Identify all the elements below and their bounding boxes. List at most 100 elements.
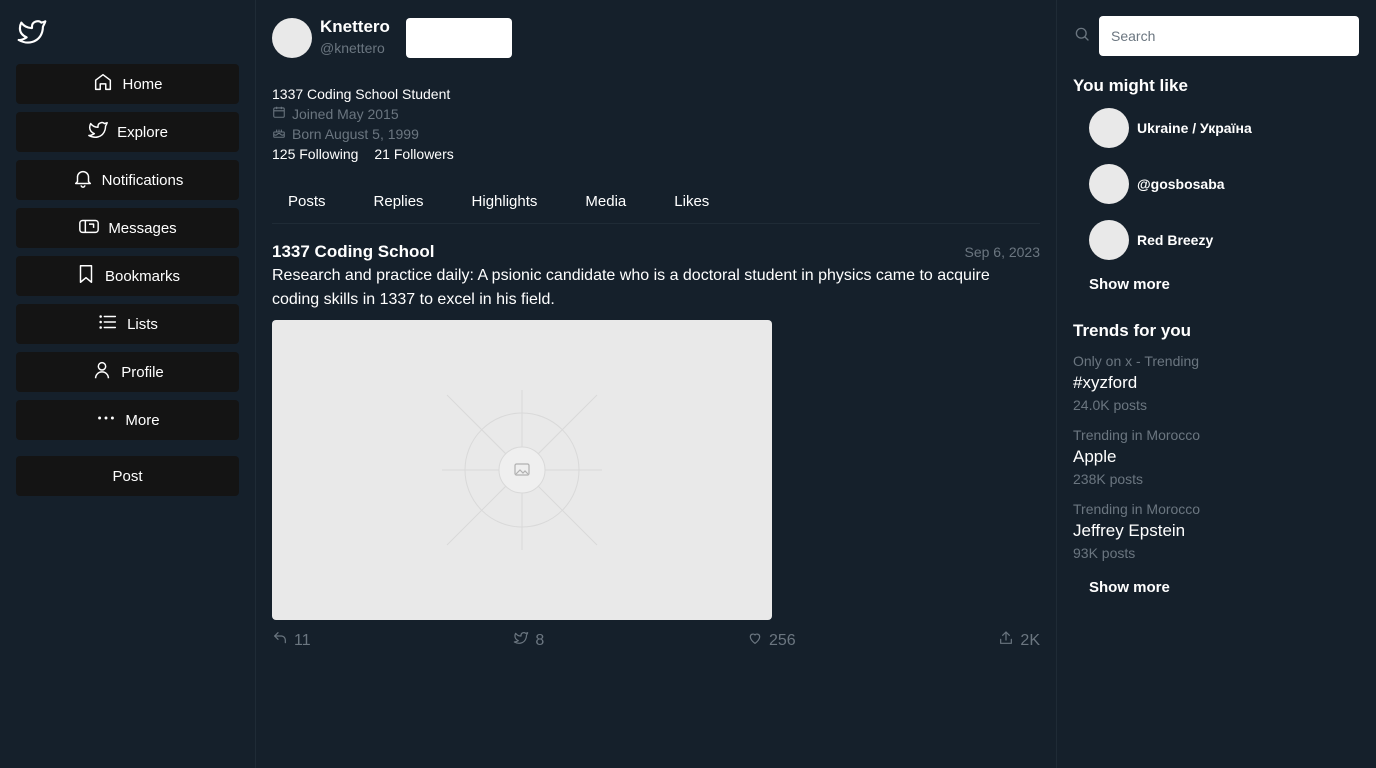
calendar-icon (272, 104, 286, 124)
avatar (1089, 164, 1129, 204)
follow-counts: 125 Following 21 Followers (272, 144, 1040, 164)
share-icon (998, 630, 1014, 651)
tab-likes[interactable]: Likes (658, 193, 725, 210)
bird-icon (513, 630, 529, 651)
tweet-actions: 11 8 256 2K (272, 630, 1040, 651)
suggestions-title: You might like (1073, 76, 1188, 95)
bird-icon[interactable] (16, 16, 48, 48)
trend-name: Jeffrey Epstein (1073, 521, 1186, 540)
tab-highlights[interactable]: Highlights (456, 193, 554, 210)
tweet-header: 1337 Coding School Sep 6, 2023 (272, 242, 1040, 262)
nav-home[interactable]: Home (16, 64, 239, 104)
nav-profile-label: Profile (121, 363, 164, 381)
post-button[interactable]: Post (16, 456, 239, 496)
suggestion-item[interactable]: @gosbosaba (1073, 160, 1359, 208)
retweet-count: 8 (535, 631, 545, 649)
born-date: Born August 5, 1999 (292, 126, 419, 142)
tab-posts[interactable]: Posts (272, 193, 342, 210)
share-count: 2K (1020, 631, 1040, 649)
reply-count: 11 (294, 631, 311, 649)
nav-notifications[interactable]: Notifications (16, 160, 239, 200)
trend-count: 238K posts (1073, 471, 1144, 487)
followers-count[interactable]: 21 Followers (374, 144, 453, 164)
nav-messages[interactable]: Messages (16, 208, 239, 248)
cake-icon (272, 124, 286, 144)
mailbox-icon (78, 215, 100, 241)
left-sidebar: Home Explore Notifications Messages Book… (0, 0, 256, 768)
trend-item[interactable]: Only on x - Trending #xyzford 24.0K post… (1073, 351, 1359, 415)
nav-home-label: Home (122, 75, 163, 93)
home-icon (92, 71, 114, 97)
profile-main: Knettero @knettero 1337 Coding School St… (256, 0, 1057, 768)
nav-lists[interactable]: Lists (16, 304, 239, 344)
suggestion-item[interactable]: Ukraine / Україна (1073, 104, 1359, 152)
trend-count: 93K posts (1073, 545, 1136, 561)
trend-item[interactable]: Trending in Morocco Apple 238K posts (1073, 425, 1359, 489)
reply-icon (272, 630, 288, 651)
profile-header: Knettero @knettero (272, 16, 1040, 60)
bell-icon (72, 167, 94, 193)
search-icon (1073, 25, 1091, 48)
bio: 1337 Coding School Student (272, 86, 451, 102)
trend-context: Only on x - Trending (1073, 353, 1200, 369)
nav-bookmarks-label: Bookmarks (104, 267, 181, 285)
trends-title: Trends for you (1073, 321, 1192, 340)
avatar (1089, 220, 1129, 260)
trend-count: 24.0K posts (1073, 397, 1147, 413)
following-count[interactable]: 125 Following (272, 144, 358, 164)
display-name: Knettero (320, 17, 390, 36)
like-count: 256 (768, 631, 796, 649)
suggestion-name: @gosbosaba (1137, 176, 1225, 192)
bird-icon (87, 119, 109, 145)
avatar[interactable] (272, 18, 312, 58)
born-row: Born August 5, 1999 (272, 124, 1040, 144)
show-more-trends[interactable]: Show more (1073, 579, 1359, 596)
tab-media[interactable]: Media (569, 193, 642, 210)
reply-button[interactable]: 11 (272, 630, 311, 651)
nav-messages-label: Messages (108, 219, 177, 237)
show-more-suggestions[interactable]: Show more (1073, 276, 1359, 293)
nav-bookmarks[interactable]: Bookmarks (16, 256, 239, 296)
tweet-date: Sep 6, 2023 (964, 244, 1040, 260)
trend-name: Apple (1073, 447, 1117, 466)
nav-profile[interactable]: Profile (16, 352, 239, 392)
nav-more-label: More (125, 411, 160, 429)
suggestion-name: Ukraine / Україна (1137, 120, 1252, 136)
search-row (1073, 16, 1359, 56)
tab-replies[interactable]: Replies (358, 193, 440, 210)
tweet[interactable]: 1337 Coding School Sep 6, 2023 Research … (272, 224, 1040, 651)
joined-date: Joined May 2015 (292, 106, 399, 122)
nav-lists-label: Lists (127, 315, 158, 333)
trend-name: #xyzford (1073, 373, 1138, 392)
like-button[interactable]: 256 (747, 630, 796, 651)
search-input[interactable] (1099, 16, 1359, 56)
name-block: Knettero @knettero (320, 16, 390, 58)
nav-explore-label: Explore (117, 123, 168, 141)
follow-button[interactable] (405, 18, 512, 58)
nav-more[interactable]: More (16, 400, 239, 440)
tweet-author[interactable]: 1337 Coding School (272, 242, 434, 262)
trend-item[interactable]: Trending in Morocco Jeffrey Epstein 93K … (1073, 499, 1359, 563)
retweet-button[interactable]: 8 (513, 630, 544, 651)
handle: @knettero (320, 40, 385, 56)
list-icon (97, 311, 119, 337)
avatar (1089, 108, 1129, 148)
dots-icon (95, 407, 117, 433)
trend-context: Trending in Morocco (1073, 501, 1201, 517)
heart-icon (747, 630, 763, 651)
right-sidebar: You might like Ukraine / Україна @gosbos… (1057, 0, 1375, 768)
share-button[interactable]: 2K (998, 630, 1040, 651)
app: Home Explore Notifications Messages Book… (0, 0, 1376, 768)
user-icon (91, 359, 113, 385)
nav-explore[interactable]: Explore (16, 112, 239, 152)
image-placeholder-icon (442, 390, 602, 550)
nav-notifications-label: Notifications (101, 171, 184, 189)
suggestion-item[interactable]: Red Breezy (1073, 216, 1359, 264)
bookmark-icon (75, 263, 97, 289)
trend-context: Trending in Morocco (1073, 427, 1201, 443)
tweet-text: Research and practice daily: A psionic c… (272, 267, 990, 308)
joined-row: Joined May 2015 (272, 104, 1040, 124)
profile-tabs: Posts Replies Highlights Media Likes (272, 180, 1040, 224)
suggestion-name: Red Breezy (1137, 232, 1214, 248)
tweet-image-placeholder[interactable] (272, 320, 772, 620)
